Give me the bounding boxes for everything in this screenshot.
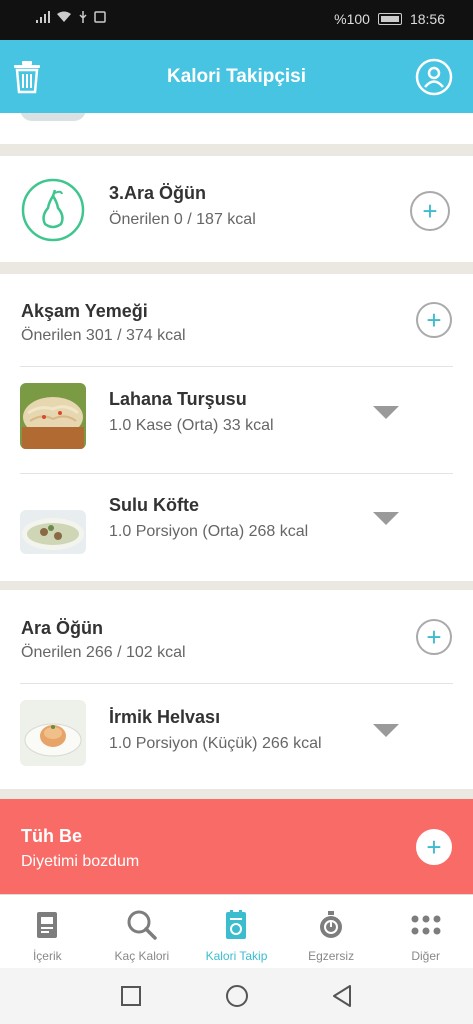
food-image-irmik — [20, 700, 86, 766]
food-name: İrmik Helvası — [109, 707, 221, 727]
cheat-title: Tüh Be — [21, 826, 82, 846]
nav-item-diger[interactable]: Diğer — [378, 895, 473, 968]
snack-subtitle: Önerilen 266 / 102 kcal — [21, 644, 186, 661]
snack3-title: 3.Ara Öğün — [109, 183, 207, 203]
divider — [20, 366, 453, 367]
notification-icon — [94, 11, 106, 23]
clock: 18:56 — [409, 11, 445, 27]
expand-chevron-icon[interactable] — [373, 512, 399, 525]
food-name: Lahana Turşusu — [109, 389, 247, 409]
search-icon — [127, 910, 157, 940]
document-icon — [37, 912, 58, 938]
battery-percent: %100 — [334, 11, 370, 27]
dinner-subtitle: Önerilen 301 / 374 kcal — [21, 327, 186, 344]
page-title: Kalori Takipçisi — [166, 66, 307, 87]
snack-card: Ara Öğün Önerilen 266 / 102 kcal + İrmik… — [0, 590, 473, 789]
wifi-icon — [57, 11, 71, 22]
semolina-halva-image — [20, 700, 86, 766]
expand-chevron-icon[interactable] — [373, 724, 399, 737]
nav-item-icerik[interactable]: İçerik — [0, 895, 95, 968]
cellular-signal-icon — [36, 11, 50, 23]
plus-icon: + — [426, 305, 442, 335]
nav-label: Egzersiz — [308, 949, 355, 963]
meal-list[interactable]: 3.Ara Öğün Önerilen 0 / 187 kcal + Akşam… — [0, 113, 473, 894]
status-bar: %100 18:56 — [0, 0, 473, 40]
food-name: Sulu Köfte — [109, 495, 199, 515]
battery-icon — [377, 13, 402, 25]
add-snack3-button[interactable]: + — [410, 191, 450, 231]
nav-item-egzersiz[interactable]: Egzersiz — [284, 895, 379, 968]
food-meta: 1.0 Porsiyon (Orta) 268 kcal — [109, 523, 309, 540]
stopwatch-icon — [320, 911, 343, 938]
food-meta: 1.0 Porsiyon (Küçük) 266 kcal — [109, 735, 322, 752]
status-right: %100 18:56 — [334, 11, 445, 27]
remnant-image — [20, 113, 86, 121]
cheat-subtitle: Diyetimi bozdum — [21, 853, 140, 870]
nav-label: Kalori Takip — [205, 949, 268, 963]
tracker-icon — [226, 910, 247, 939]
add-cheat-button[interactable]: + — [416, 829, 452, 865]
divider — [20, 683, 453, 684]
food-image-lahana — [20, 383, 86, 449]
plus-icon: + — [422, 196, 438, 226]
nav-item-kac-kalori[interactable]: Kaç Kalori — [95, 895, 190, 968]
food-meta: 1.0 Kase (Orta) 33 kcal — [109, 417, 274, 434]
dinner-title: Akşam Yemeği — [21, 301, 148, 321]
plus-icon: + — [426, 622, 442, 652]
snack3-subtitle: Önerilen 0 / 187 kcal — [109, 211, 256, 228]
nav-label: Diğer — [411, 949, 441, 963]
add-snack-button[interactable]: + — [416, 619, 452, 655]
plus-icon: + — [426, 832, 442, 862]
more-dots-icon — [411, 915, 441, 935]
bottom-nav: İçerik Kaç Kalori Kalori Takip Egzersiz — [0, 894, 473, 968]
home-icon[interactable] — [225, 984, 249, 1008]
profile-icon[interactable] — [415, 58, 453, 96]
divider — [20, 473, 453, 474]
back-icon[interactable] — [330, 984, 354, 1008]
status-icons — [36, 11, 106, 23]
expand-chevron-icon[interactable] — [373, 406, 399, 419]
previous-card-remnant — [0, 113, 473, 144]
app-header: Kalori Takipçisi — [0, 40, 473, 113]
dinner-card: Akşam Yemeği Önerilen 301 / 374 kcal + L… — [0, 274, 473, 581]
food-image-sulu-kofte — [20, 510, 86, 554]
usb-icon — [79, 11, 87, 23]
system-nav-bar — [0, 968, 473, 1024]
snack-title: Ara Öğün — [21, 618, 104, 638]
nav-item-kalori-takip[interactable]: Kalori Takip — [189, 895, 284, 968]
cabbage-pickle-image — [20, 383, 86, 449]
snack3-card: 3.Ara Öğün Önerilen 0 / 187 kcal + — [0, 156, 473, 262]
pear-icon — [21, 178, 85, 242]
recent-apps-icon[interactable] — [119, 984, 143, 1008]
cheat-card: Tüh Be Diyetimi bozdum + — [0, 799, 473, 894]
nav-label: Kaç Kalori — [114, 949, 170, 963]
add-dinner-button[interactable]: + — [416, 302, 452, 338]
nav-label: İçerik — [32, 949, 62, 963]
soup-image — [20, 510, 86, 554]
